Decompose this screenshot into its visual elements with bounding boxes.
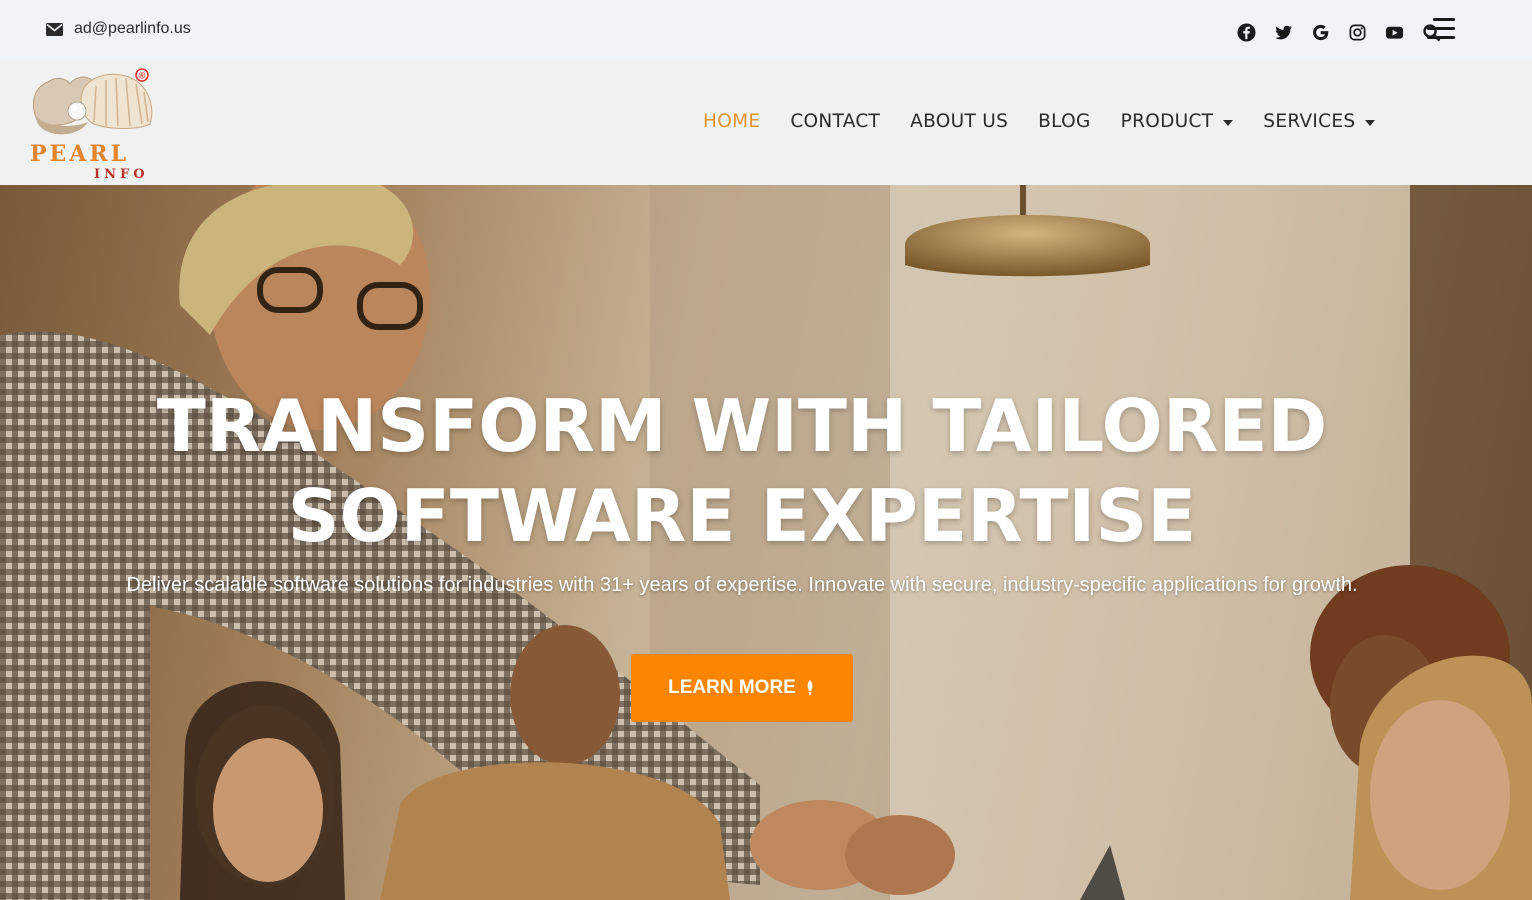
nav-contact[interactable]: CONTACT [790,111,880,132]
nav-blog[interactable]: BLOG [1038,111,1090,132]
email-link[interactable]: ad@pearlinfo.us [46,20,191,38]
main-header: ® PEARL INFO HOME CONTACT ABOUT US BLOG … [0,60,1532,185]
envelope-icon [46,22,63,36]
nav-services[interactable]: SERVICES [1263,111,1376,132]
instagram-icon[interactable] [1339,21,1376,43]
facebook-icon[interactable] [1228,21,1265,43]
nav-product[interactable]: PRODUCT [1121,111,1234,132]
main-nav: HOME CONTACT ABOUT US BLOG PRODUCT SERVI… [703,111,1405,132]
hero-section: TRANSFORM WITH TAILORED SOFTWARE EXPERTI… [0,185,1532,900]
nav-home[interactable]: HOME [703,111,760,132]
logo-sub: INFO [94,167,149,181]
learn-more-button[interactable]: LEARN MORE [631,654,853,722]
google-icon[interactable] [1302,21,1339,43]
shell-icon [32,73,153,135]
chevron-down-icon [1223,119,1234,126]
hero-title-line-1: TRANSFORM WITH TAILORED [156,384,1328,468]
learn-more-label: LEARN MORE [668,677,796,698]
chevron-down-icon [1365,119,1376,126]
nav-about-us[interactable]: ABOUT US [910,111,1008,132]
social-links [1228,21,1450,43]
rocket-icon [807,680,813,696]
email-text: ad@pearlinfo.us [74,20,191,37]
top-bar: ad@pearlinfo.us [0,0,1532,60]
registered-mark: ® [135,68,149,82]
hamburger-menu-icon[interactable] [1427,18,1455,40]
svg-text:®: ® [139,71,146,81]
hero-title-line-2: SOFTWARE EXPERTISE [287,474,1197,558]
youtube-icon[interactable] [1376,21,1413,43]
hero-title: TRANSFORM WITH TAILORED SOFTWARE EXPERTI… [0,381,1484,561]
twitter-icon[interactable] [1265,21,1302,43]
pearl-info-logo[interactable]: ® PEARL INFO [26,66,158,181]
logo-name: PEARL [30,141,129,167]
hero-subtitle: Deliver scalable software solutions for … [126,574,1358,596]
